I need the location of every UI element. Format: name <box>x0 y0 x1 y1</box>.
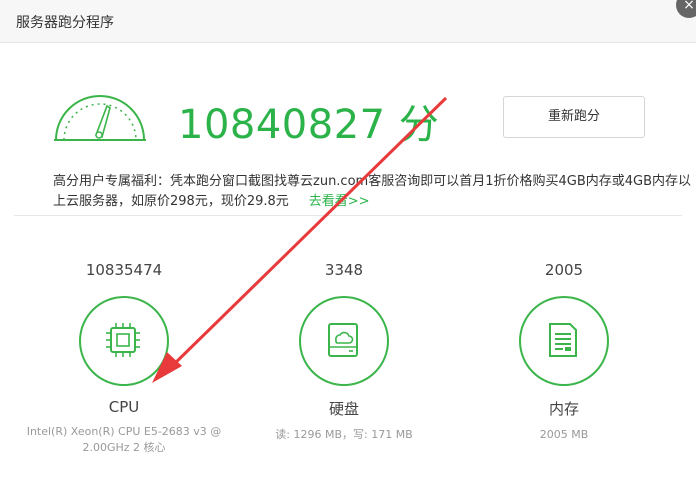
annotation-arrow <box>152 96 448 383</box>
